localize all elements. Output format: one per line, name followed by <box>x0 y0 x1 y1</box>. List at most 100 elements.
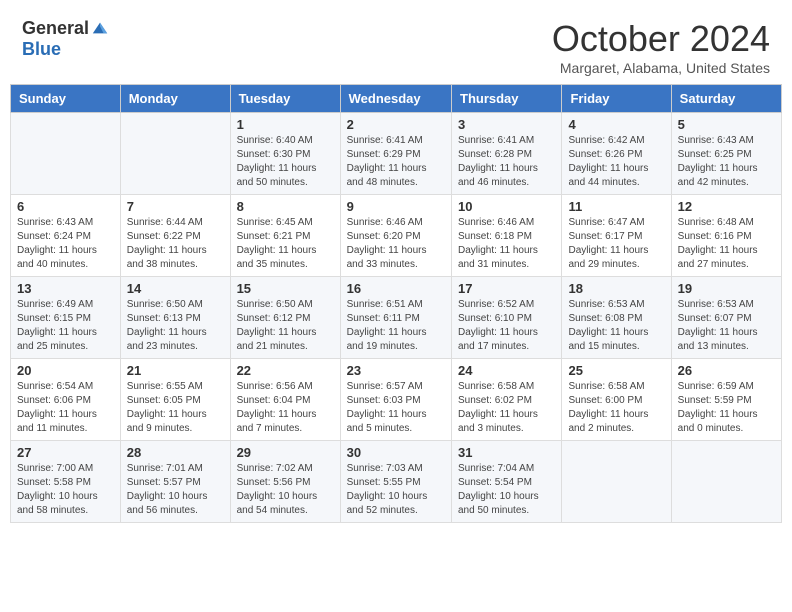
day-info: Sunrise: 6:45 AM Sunset: 6:21 PM Dayligh… <box>237 216 334 272</box>
day-info: Sunrise: 6:50 AM Sunset: 6:13 PM Dayligh… <box>127 298 224 354</box>
calendar-cell: 1Sunrise: 6:40 AM Sunset: 6:30 PM Daylig… <box>230 113 340 195</box>
page-header: General Blue October 2024 Margaret, Alab… <box>10 10 782 80</box>
calendar-cell: 5 Sunrise: 6:43 AM Sunset: 6:25 PM Daylig… <box>671 113 781 195</box>
calendar-cell <box>562 441 671 523</box>
calendar-cell: 26Sunrise: 6:59 AM Sunset: 5:59 PM Dayli… <box>671 359 781 441</box>
day-info: Sunrise: 6:43 AM Sunset: 6:24 PM Dayligh… <box>17 216 114 272</box>
calendar-cell: 9 Sunrise: 6:46 AM Sunset: 6:20 PM Daylig… <box>340 195 451 277</box>
day-info: Sunrise: 6:47 AM Sunset: 6:17 PM Dayligh… <box>568 216 664 272</box>
logo-general: General <box>22 18 89 39</box>
day-number: 24 <box>458 363 555 378</box>
calendar-cell: 10 Sunrise: 6:46 AM Sunset: 6:18 PM Dayli… <box>452 195 562 277</box>
logo-blue: Blue <box>22 39 61 60</box>
day-info: Sunrise: 7:01 AM Sunset: 5:57 PM Dayligh… <box>127 462 224 518</box>
day-number: 31 <box>458 445 555 460</box>
calendar-header-row: SundayMondayTuesdayWednesdayThursdayFrid… <box>11 85 782 113</box>
day-number: 4 <box>568 117 664 132</box>
calendar-cell: 14 Sunrise: 6:50 AM Sunset: 6:13 PM Dayli… <box>120 277 230 359</box>
calendar-cell: 13 Sunrise: 6:49 AM Sunset: 6:15 PM Dayli… <box>11 277 121 359</box>
day-number: 12 <box>678 199 775 214</box>
calendar-cell: 3Sunrise: 6:41 AM Sunset: 6:28 PM Daylig… <box>452 113 562 195</box>
day-info: Sunrise: 6:44 AM Sunset: 6:22 PM Dayligh… <box>127 216 224 272</box>
calendar-week-row: 1Sunrise: 6:40 AM Sunset: 6:30 PM Daylig… <box>11 113 782 195</box>
day-number: 16 <box>347 281 445 296</box>
calendar-cell: 25Sunrise: 6:58 AM Sunset: 6:00 PM Dayli… <box>562 359 671 441</box>
calendar-cell <box>671 441 781 523</box>
calendar-cell: 27 Sunrise: 7:00 AM Sunset: 5:58 PM Dayli… <box>11 441 121 523</box>
calendar-cell: 21Sunrise: 6:55 AM Sunset: 6:05 PM Dayli… <box>120 359 230 441</box>
day-number: 27 <box>17 445 114 460</box>
day-info: Sunrise: 6:53 AM Sunset: 6:07 PM Dayligh… <box>678 298 775 354</box>
day-number: 13 <box>17 281 114 296</box>
calendar-week-row: 20Sunrise: 6:54 AM Sunset: 6:06 PM Dayli… <box>11 359 782 441</box>
day-of-week-header: Monday <box>120 85 230 113</box>
calendar-cell: 28 Sunrise: 7:01 AM Sunset: 5:57 PM Dayli… <box>120 441 230 523</box>
calendar-cell: 11 Sunrise: 6:47 AM Sunset: 6:17 PM Dayli… <box>562 195 671 277</box>
day-info: Sunrise: 6:48 AM Sunset: 6:16 PM Dayligh… <box>678 216 775 272</box>
calendar-cell: 24 Sunrise: 6:58 AM Sunset: 6:02 PM Dayli… <box>452 359 562 441</box>
day-number: 21 <box>127 363 224 378</box>
day-number: 8 <box>237 199 334 214</box>
calendar-cell: 30Sunrise: 7:03 AM Sunset: 5:55 PM Dayli… <box>340 441 451 523</box>
calendar-cell: 8 Sunrise: 6:45 AM Sunset: 6:21 PM Daylig… <box>230 195 340 277</box>
calendar-cell: 7Sunrise: 6:44 AM Sunset: 6:22 PM Daylig… <box>120 195 230 277</box>
calendar-cell: 4Sunrise: 6:42 AM Sunset: 6:26 PM Daylig… <box>562 113 671 195</box>
calendar-cell: 29 Sunrise: 7:02 AM Sunset: 5:56 PM Dayli… <box>230 441 340 523</box>
calendar-cell <box>11 113 121 195</box>
day-number: 9 <box>347 199 445 214</box>
calendar-week-row: 6 Sunrise: 6:43 AM Sunset: 6:24 PM Daylig… <box>11 195 782 277</box>
calendar-cell: 17 Sunrise: 6:52 AM Sunset: 6:10 PM Dayli… <box>452 277 562 359</box>
day-info: Sunrise: 6:46 AM Sunset: 6:18 PM Dayligh… <box>458 216 555 272</box>
day-info: Sunrise: 6:58 AM Sunset: 6:02 PM Dayligh… <box>458 380 555 436</box>
day-info: Sunrise: 7:02 AM Sunset: 5:56 PM Dayligh… <box>237 462 334 518</box>
day-info: Sunrise: 6:51 AM Sunset: 6:11 PM Dayligh… <box>347 298 445 354</box>
day-info: Sunrise: 6:59 AM Sunset: 5:59 PM Dayligh… <box>678 380 775 436</box>
calendar-cell: 16 Sunrise: 6:51 AM Sunset: 6:11 PM Dayli… <box>340 277 451 359</box>
day-of-week-header: Saturday <box>671 85 781 113</box>
day-of-week-header: Sunday <box>11 85 121 113</box>
day-number: 11 <box>568 199 664 214</box>
day-info: Sunrise: 7:03 AM Sunset: 5:55 PM Dayligh… <box>347 462 445 518</box>
day-info: Sunrise: 6:53 AM Sunset: 6:08 PM Dayligh… <box>568 298 664 354</box>
calendar-cell: 6 Sunrise: 6:43 AM Sunset: 6:24 PM Daylig… <box>11 195 121 277</box>
calendar-cell: 19Sunrise: 6:53 AM Sunset: 6:07 PM Dayli… <box>671 277 781 359</box>
day-info: Sunrise: 6:49 AM Sunset: 6:15 PM Dayligh… <box>17 298 114 354</box>
day-number: 17 <box>458 281 555 296</box>
day-info: Sunrise: 7:04 AM Sunset: 5:54 PM Dayligh… <box>458 462 555 518</box>
day-info: Sunrise: 6:41 AM Sunset: 6:28 PM Dayligh… <box>458 134 555 190</box>
day-info: Sunrise: 6:50 AM Sunset: 6:12 PM Dayligh… <box>237 298 334 354</box>
calendar-cell <box>120 113 230 195</box>
calendar-table: SundayMondayTuesdayWednesdayThursdayFrid… <box>10 84 782 523</box>
calendar-week-row: 13 Sunrise: 6:49 AM Sunset: 6:15 PM Dayli… <box>11 277 782 359</box>
day-info: Sunrise: 6:58 AM Sunset: 6:00 PM Dayligh… <box>568 380 664 436</box>
month-title: October 2024 <box>552 18 770 60</box>
day-of-week-header: Wednesday <box>340 85 451 113</box>
day-number: 28 <box>127 445 224 460</box>
logo-icon <box>91 19 109 37</box>
day-number: 15 <box>237 281 334 296</box>
day-info: Sunrise: 6:46 AM Sunset: 6:20 PM Dayligh… <box>347 216 445 272</box>
calendar-cell: 31 Sunrise: 7:04 AM Sunset: 5:54 PM Dayli… <box>452 441 562 523</box>
day-number: 10 <box>458 199 555 214</box>
day-info: Sunrise: 6:52 AM Sunset: 6:10 PM Dayligh… <box>458 298 555 354</box>
day-info: Sunrise: 7:00 AM Sunset: 5:58 PM Dayligh… <box>17 462 114 518</box>
day-number: 6 <box>17 199 114 214</box>
day-info: Sunrise: 6:41 AM Sunset: 6:29 PM Dayligh… <box>347 134 445 190</box>
day-number: 14 <box>127 281 224 296</box>
calendar-cell: 2 Sunrise: 6:41 AM Sunset: 6:29 PM Daylig… <box>340 113 451 195</box>
day-info: Sunrise: 6:43 AM Sunset: 6:25 PM Dayligh… <box>678 134 775 190</box>
calendar-week-row: 27 Sunrise: 7:00 AM Sunset: 5:58 PM Dayli… <box>11 441 782 523</box>
day-of-week-header: Tuesday <box>230 85 340 113</box>
day-number: 20 <box>17 363 114 378</box>
day-info: Sunrise: 6:57 AM Sunset: 6:03 PM Dayligh… <box>347 380 445 436</box>
calendar-cell: 18Sunrise: 6:53 AM Sunset: 6:08 PM Dayli… <box>562 277 671 359</box>
day-number: 2 <box>347 117 445 132</box>
calendar-cell: 15 Sunrise: 6:50 AM Sunset: 6:12 PM Dayli… <box>230 277 340 359</box>
day-number: 23 <box>347 363 445 378</box>
title-area: October 2024 Margaret, Alabama, United S… <box>552 18 770 76</box>
day-number: 1 <box>237 117 334 132</box>
logo: General Blue <box>22 18 109 60</box>
day-number: 29 <box>237 445 334 460</box>
calendar-cell: 12 Sunrise: 6:48 AM Sunset: 6:16 PM Dayli… <box>671 195 781 277</box>
day-number: 5 <box>678 117 775 132</box>
